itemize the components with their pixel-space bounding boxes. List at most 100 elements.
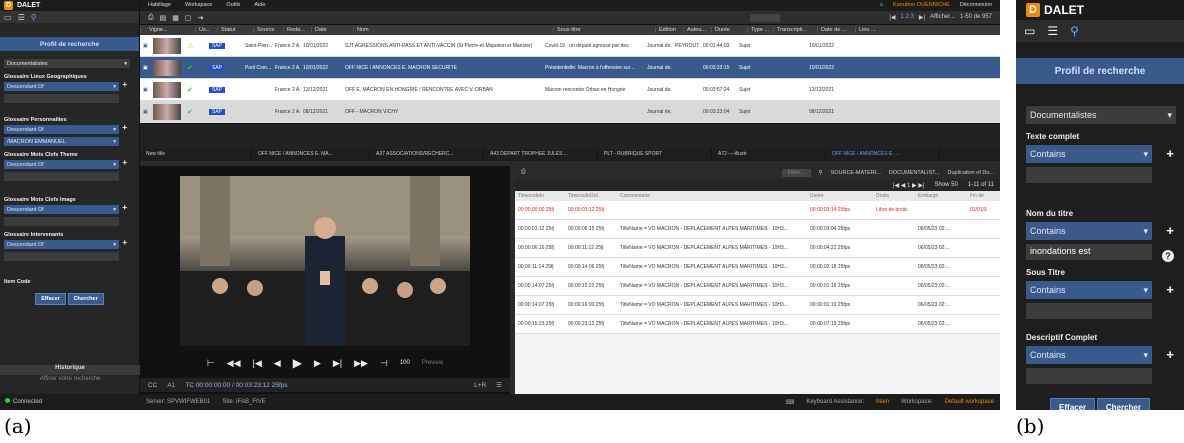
folder-icon[interactable]: ▭ [4,13,12,22]
value-field[interactable] [4,252,119,261]
cc-select[interactable]: CC [148,382,157,389]
dup-select[interactable]: Duplication of Do... [948,170,994,176]
col-header[interactable]: TimecodeIn [515,193,565,199]
tab[interactable]: A43 DEPART TROPHEE JULES ... [484,149,598,161]
col-header[interactable]: Reda... [283,27,311,33]
list-icon[interactable]: ☰ [1047,24,1058,38]
segment-row[interactable]: 00:00:06:16 25fj 00:00:11:12 25fj TitleN… [515,239,1000,258]
segment-row[interactable]: 00:00:00:00 25fj 00:00:03:12 25fj 00:00:… [515,201,1000,220]
tab[interactable]: OFF NICE / ANNONCES E. ... [826,149,940,161]
operator-select[interactable]: Contains ▾ [1026,346,1152,364]
search-icon[interactable]: ⚲ [31,13,37,22]
col-header[interactable]: Durée [807,193,873,199]
doc-select[interactable]: DOCUMENTALIST... [889,170,940,176]
profile-select[interactable]: Documentalistes ▾ [4,59,130,68]
add-icon[interactable]: + [1166,282,1174,297]
value-field[interactable] [1026,167,1152,183]
results-search-input[interactable] [750,14,780,22]
play-icon[interactable]: ▶ [293,356,302,370]
value-field[interactable] [4,217,119,226]
prev-frame-icon[interactable]: |◀ [253,358,262,369]
add-icon[interactable]: + [122,80,127,89]
operator-select[interactable]: Descendant Of ▾ [4,205,119,214]
track-select[interactable]: A1 [167,382,175,389]
tab[interactable]: A37 ASSOCIATIONS/RECHERC... [370,149,484,161]
grid-icon[interactable]: ▦ [172,14,179,22]
folder-icon[interactable]: ▭ [1024,24,1035,38]
table-row[interactable]: ▣ ✔ SAP Pool Com... France 2 A... 10/01/… [140,57,1000,79]
fast-forward-icon[interactable]: ▶▶ [354,358,368,369]
source-select[interactable]: SOURCE-MATERI... [831,170,881,176]
tab[interactable]: PLT - RUBRIQUE SPORT [598,149,712,161]
value-field[interactable] [4,94,119,103]
add-icon[interactable]: + [122,158,127,167]
operator-select[interactable]: Descendant Of ▾ [4,160,119,169]
print-icon[interactable]: ⎙ [521,169,525,176]
home-icon[interactable]: ⌂ [880,2,883,8]
segment-row[interactable]: 00:00:03:12 25fj 00:00:06:15 25fj TitleN… [515,220,1000,239]
segments-filter-input[interactable]: Filtre... [781,168,811,177]
print-icon[interactable]: ⎙ [148,14,154,22]
search-button[interactable]: Chercher [1096,398,1150,410]
value-select[interactable]: /MACRON EMMANUEL ▾ [4,137,119,146]
operator-select[interactable]: Descendant Of ▾ [4,125,119,134]
first-page-icon[interactable]: |◀ [889,14,895,21]
add-icon[interactable]: + [1166,347,1174,362]
col-header[interactable]: Date de ... [817,27,855,33]
operator-select[interactable]: Contains ▾ [1026,145,1152,163]
col-header[interactable]: Statut [217,27,253,33]
help-icon[interactable]: ? [1162,250,1174,262]
col-header[interactable]: Vigne... [140,27,195,33]
profile-select[interactable]: Documentalistes ▾ [1026,106,1176,124]
search-icon[interactable]: ⚲ [1070,24,1079,38]
show-select[interactable]: Show 50 [935,182,958,188]
value-field[interactable] [4,172,119,181]
menu-item[interactable]: Aide [254,2,265,9]
operator-select[interactable]: Contains ▾ [1026,281,1152,299]
col-header[interactable]: Source [253,27,283,33]
history-header[interactable]: Historique [0,365,140,375]
step-forward-icon[interactable]: ▶ [314,358,321,369]
logout-link[interactable]: Déconnexion [960,2,992,8]
tab[interactable]: A72 ----illustr [712,149,826,161]
col-header[interactable]: TimecodeOut [565,193,617,199]
col-header[interactable]: Nom [353,27,553,33]
volume-level[interactable]: 100 [400,360,410,366]
export-icon[interactable]: ⇥ [197,14,203,22]
add-icon[interactable]: + [1166,146,1174,161]
col-header[interactable]: Droits [873,193,915,199]
segment-row[interactable]: 00:00:15:23 25fj 00:00:23:12 25fj TitleN… [515,315,1000,334]
operator-select[interactable]: Contains ▾ [1026,222,1152,240]
clear-button[interactable]: Effacer [1050,398,1096,410]
table-row[interactable]: ▣ ✔ SAP France 2 A... 08/12/2021 OFF - M… [140,101,1000,123]
refine-link[interactable]: Affiner votre recherche [0,376,140,382]
col-header[interactable]: Fin de [967,193,997,199]
col-header[interactable]: Commentaire [617,193,807,199]
clip-icon[interactable]: ▢ [185,14,192,22]
col-header[interactable]: Type ... [747,27,773,33]
operator-select[interactable]: Descendant Of ▾ [4,82,119,91]
tab[interactable]: OFF NICE / ANNONCES E. MA... [252,149,370,161]
add-icon[interactable]: + [1166,223,1174,238]
segment-row[interactable]: 00:00:14:07 25fj 00:00:15:22 25fj TitleN… [515,277,1000,296]
value-field[interactable] [1026,303,1152,319]
table-row[interactable]: ▣ ⚠ SAP Saint-Pierr... France 2 A... 10/… [140,35,1000,57]
menu-item[interactable]: Outils [226,2,240,9]
search-icon[interactable]: ⚲ [819,170,823,176]
title-value-field[interactable]: inondations est [1026,244,1152,260]
col-header[interactable]: Sous-titre [553,27,655,33]
video-frame[interactable] [180,176,470,346]
col-header[interactable]: Lieu ... [855,27,885,33]
col-header[interactable]: Auteu... [683,27,711,33]
search-button[interactable]: Chercher [67,293,104,305]
mark-out-icon[interactable]: ⊣ [380,358,388,369]
keyboard-value[interactable]: Main [876,399,889,406]
user-name[interactable]: Kaouther OUENNICHE [893,2,950,8]
audio-select[interactable]: L+R [474,382,486,389]
operator-select[interactable]: Descendant Of ▾ [4,240,119,249]
menu-icon[interactable]: ☰ [496,381,502,389]
menu-item[interactable]: Workspace [185,2,212,9]
mark-in-icon[interactable]: ⊢ [207,358,215,369]
rewind-icon[interactable]: ◀◀ [227,358,241,369]
tab[interactable]: New title [140,149,252,161]
